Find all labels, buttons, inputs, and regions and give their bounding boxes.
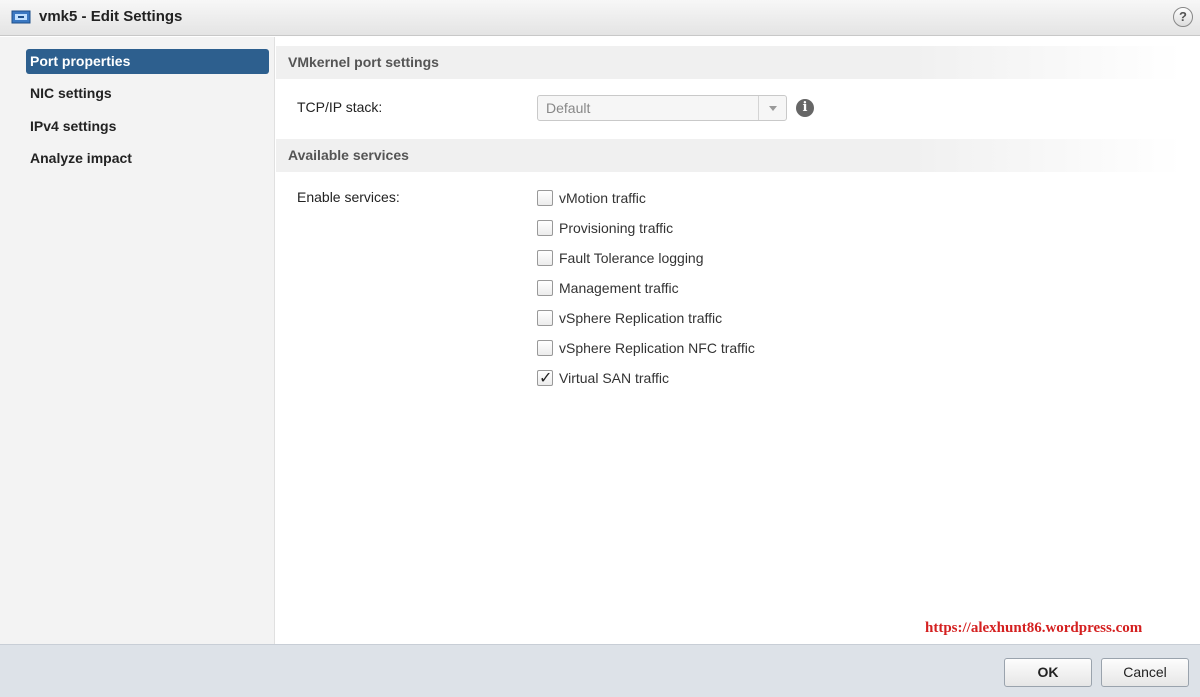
help-button[interactable]: ? <box>1173 7 1193 27</box>
sidebar: Port properties NIC settings IPv4 settin… <box>0 37 275 644</box>
services-section-header: Available services <box>276 139 1182 172</box>
checkbox-provisioning[interactable] <box>537 220 553 236</box>
chevron-down-icon[interactable] <box>758 96 786 120</box>
cancel-button[interactable]: Cancel <box>1101 658 1189 687</box>
checkbox-label[interactable]: vMotion traffic <box>559 190 646 206</box>
sidebar-item-port-properties[interactable]: Port properties <box>26 49 269 74</box>
tcpip-stack-value: Default <box>546 100 591 116</box>
enable-services-label: Enable services: <box>297 189 400 205</box>
ok-button[interactable]: OK <box>1004 658 1092 687</box>
sidebar-item-ipv4-settings[interactable]: IPv4 settings <box>30 114 116 139</box>
vmkernel-section-header: VMkernel port settings <box>276 46 1182 79</box>
checkbox-label[interactable]: vSphere Replication NFC traffic <box>559 340 755 356</box>
checkbox-label[interactable]: Fault Tolerance logging <box>559 250 704 266</box>
checkbox-fault-tolerance[interactable] <box>537 250 553 266</box>
watermark-url: https://alexhunt86.wordpress.com <box>925 620 1143 636</box>
dialog-footer: OK Cancel <box>0 644 1200 697</box>
sidebar-item-analyze-impact[interactable]: Analyze impact <box>30 146 132 171</box>
checkbox-vsphere-replication-nfc[interactable] <box>537 340 553 356</box>
tcpip-stack-label: TCP/IP stack: <box>297 99 383 115</box>
checkbox-label[interactable]: Provisioning traffic <box>559 220 673 236</box>
checkbox-management[interactable] <box>537 280 553 296</box>
checkbox-vsphere-replication[interactable] <box>537 310 553 326</box>
checkbox-label[interactable]: vSphere Replication traffic <box>559 310 722 326</box>
checkbox-virtual-san[interactable] <box>537 368 553 388</box>
tcpip-stack-select[interactable]: Default <box>537 95 787 121</box>
network-adapter-icon <box>11 10 31 24</box>
main-content: VMkernel port settings TCP/IP stack: Def… <box>276 37 1200 644</box>
dialog-title-bar: vmk5 - Edit Settings ? <box>0 0 1200 36</box>
checkbox-label[interactable]: Virtual SAN traffic <box>559 370 669 386</box>
checkbox-vmotion[interactable] <box>537 190 553 206</box>
dialog-title: vmk5 - Edit Settings <box>39 8 183 25</box>
sidebar-item-nic-settings[interactable]: NIC settings <box>30 81 112 106</box>
info-icon[interactable]: i <box>796 99 814 117</box>
checkbox-label[interactable]: Management traffic <box>559 280 679 296</box>
